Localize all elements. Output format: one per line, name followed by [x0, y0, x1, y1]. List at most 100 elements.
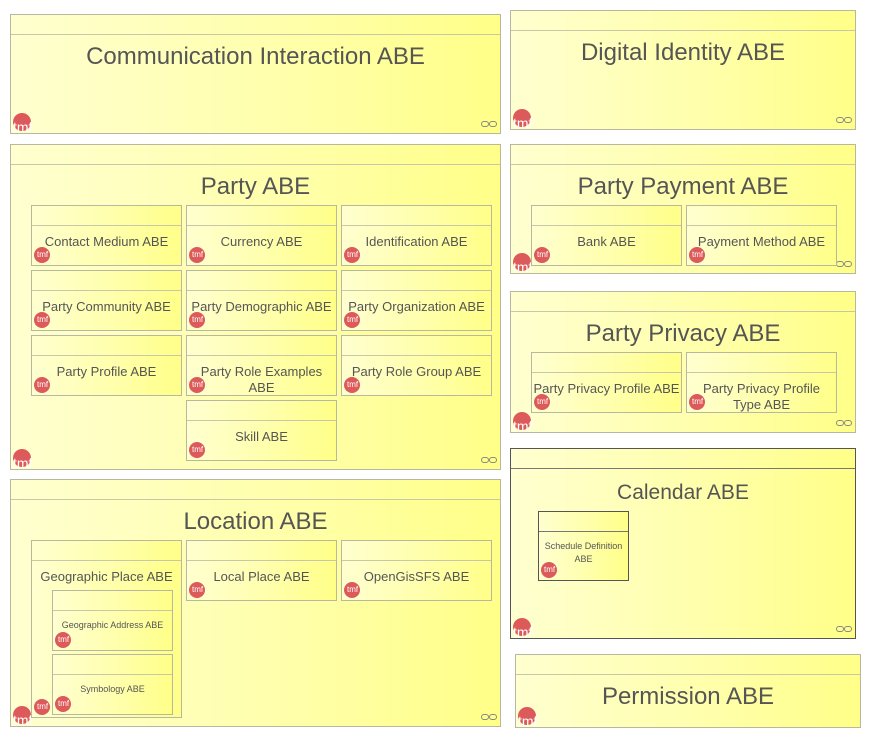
box-header — [687, 353, 836, 373]
tmf-logo-icon: tmf — [534, 394, 550, 410]
box-header — [687, 206, 836, 226]
tmf-logo-icon: tmf — [13, 113, 32, 135]
box-header — [511, 145, 855, 165]
link-icon — [836, 117, 852, 123]
party-privacy-profile-type-abe[interactable]: Party Privacy Profile Type ABE tmf — [686, 352, 837, 413]
box-title: Geographic Place ABE — [40, 569, 173, 584]
link-icon — [481, 714, 497, 720]
box-header — [187, 271, 336, 291]
box-header — [511, 449, 855, 469]
tmf-logo-icon: tmf — [513, 109, 532, 131]
link-icon — [481, 121, 497, 127]
box-header — [511, 292, 855, 312]
box-header — [187, 541, 336, 561]
tmf-logo-icon: tmf — [344, 312, 360, 328]
box-header — [516, 655, 860, 675]
tmf-logo-icon: tmf — [344, 377, 360, 393]
currency-abe[interactable]: Currency ABE tmf — [186, 205, 337, 266]
tmf-logo-icon: tmf — [189, 582, 205, 598]
tmf-logo-icon: tmf — [189, 312, 205, 328]
box-title: Location ABE — [183, 508, 328, 535]
tmf-logo-icon: tmf — [513, 253, 532, 275]
tmf-logo-icon: tmf — [513, 412, 532, 434]
skill-abe[interactable]: Skill ABE tmf — [186, 400, 337, 461]
box-header — [32, 271, 181, 291]
party-privacy-profile-abe[interactable]: Party Privacy Profile ABE tmf — [531, 352, 682, 413]
payment-method-abe[interactable]: Payment Method ABE tmf — [686, 205, 837, 266]
party-privacy-abe[interactable]: Party Privacy ABE tmf Party Privacy Prof… — [510, 291, 856, 434]
tmf-logo-icon: tmf — [344, 582, 360, 598]
tmf-logo-icon: tmf — [541, 562, 557, 578]
party-payment-abe[interactable]: Party Payment ABE tmf Bank ABE tmf Payme… — [510, 144, 856, 275]
box-header — [187, 401, 336, 421]
tmf-logo-icon: tmf — [534, 247, 550, 263]
box-title: Geographic Address ABE — [61, 620, 164, 630]
box-title: Payment Method ABE — [697, 234, 826, 249]
party-role-group-abe[interactable]: Party Role Group ABE tmf — [341, 335, 492, 396]
tmf-logo-icon: tmf — [189, 442, 205, 458]
box-header — [32, 541, 181, 561]
box-title: Currency ABE — [220, 234, 303, 249]
local-place-abe[interactable]: Local Place ABE tmf — [186, 540, 337, 601]
party-organization-abe[interactable]: Party Organization ABE tmf — [341, 270, 492, 331]
bank-abe[interactable]: Bank ABE tmf — [531, 205, 682, 266]
link-icon — [481, 457, 497, 463]
box-header — [187, 336, 336, 356]
permission-abe[interactable]: Permission ABE tmf — [515, 654, 861, 729]
box-title: Party Role Group ABE — [351, 364, 482, 379]
calendar-abe[interactable]: Calendar ABE tmf Schedule Definition ABE… — [510, 448, 856, 640]
box-title: Party Privacy ABE — [585, 320, 781, 347]
tmf-logo-icon: tmf — [689, 247, 705, 263]
box-header — [342, 206, 491, 226]
box-header — [532, 206, 681, 226]
box-title: Digital Identity ABE — [580, 39, 786, 66]
tmf-logo-icon: tmf — [13, 706, 32, 728]
tmf-logo-icon: tmf — [55, 632, 71, 648]
tmf-logo-icon: tmf — [518, 707, 537, 729]
box-title: Party ABE — [200, 173, 311, 200]
contact-medium-abe[interactable]: Contact Medium ABE tmf — [31, 205, 182, 266]
box-title: Party Profile ABE — [56, 364, 157, 379]
box-title: Party Role Examples ABE — [200, 364, 323, 395]
party-profile-abe[interactable]: Party Profile ABE tmf — [31, 335, 182, 396]
box-title: Contact Medium ABE — [44, 234, 169, 249]
box-header — [532, 353, 681, 373]
party-role-examples-abe[interactable]: Party Role Examples ABE tmf — [186, 335, 337, 396]
box-header — [342, 336, 491, 356]
box-header — [11, 145, 500, 165]
link-icon — [836, 626, 852, 632]
symbology-abe[interactable]: Symbology ABE tmf — [52, 654, 173, 715]
tmf-logo-icon: tmf — [189, 377, 205, 393]
tmf-logo-icon: tmf — [34, 247, 50, 263]
box-title: Permission ABE — [601, 683, 775, 710]
box-title: Party Privacy Profile ABE — [533, 381, 680, 396]
party-abe[interactable]: Party ABE tmf Contact Medium ABE tmf Cur… — [10, 144, 501, 471]
box-title: Calendar ABE — [617, 481, 749, 504]
link-icon — [836, 420, 852, 426]
party-community-abe[interactable]: Party Community ABE tmf — [31, 270, 182, 331]
communication-interaction-abe[interactable]: Communication Interaction ABE tmf — [10, 14, 501, 135]
digital-identity-abe[interactable]: Digital Identity ABE tmf — [510, 10, 856, 131]
location-abe[interactable]: Location ABE tmf Geographic Place ABE tm… — [10, 479, 501, 728]
box-header — [32, 206, 181, 226]
geographic-place-abe[interactable]: Geographic Place ABE tmf Geographic Addr… — [31, 540, 182, 718]
box-header — [11, 480, 500, 500]
box-header — [539, 512, 628, 532]
identification-abe[interactable]: Identification ABE tmf — [341, 205, 492, 266]
link-icon — [836, 261, 852, 267]
tmf-logo-icon: tmf — [34, 312, 50, 328]
tmf-logo-icon: tmf — [34, 699, 50, 715]
box-header — [187, 206, 336, 226]
tmf-logo-icon: tmf — [513, 618, 532, 640]
box-title: Party Payment ABE — [577, 173, 789, 200]
box-title: Party Organization ABE — [348, 299, 485, 314]
party-demographic-abe[interactable]: Party Demographic ABE tmf — [186, 270, 337, 331]
geographic-address-abe[interactable]: Geographic Address ABE tmf — [52, 590, 173, 651]
box-header — [32, 336, 181, 356]
opengissfs-abe[interactable]: OpenGisSFS ABE tmf — [341, 540, 492, 601]
box-title: Party Community ABE — [42, 299, 171, 314]
box-header — [53, 591, 172, 611]
box-title: Skill ABE — [235, 429, 288, 444]
tmf-logo-icon: tmf — [189, 247, 205, 263]
schedule-definition-abe[interactable]: Schedule Definition ABE tmf — [538, 511, 629, 581]
